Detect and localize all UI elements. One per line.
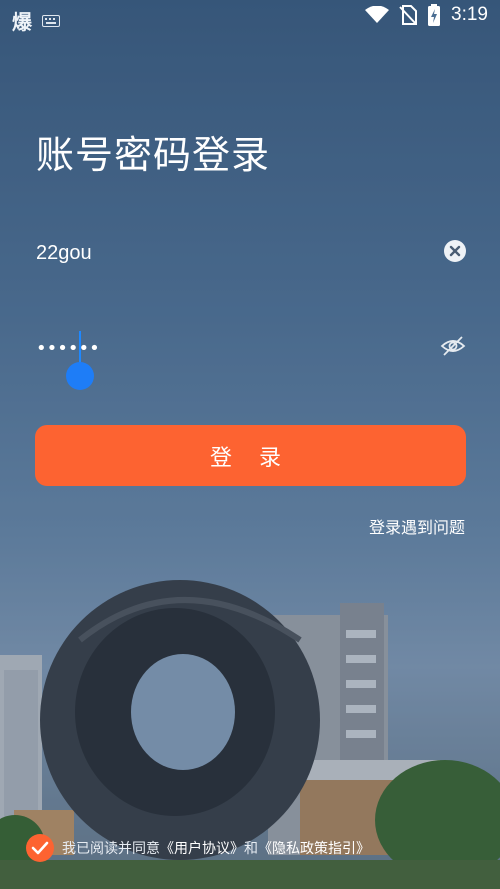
clear-input-button[interactable]	[444, 240, 466, 262]
password-value[interactable]: ••••••	[36, 338, 100, 359]
username-field[interactable]: 22gou	[36, 236, 466, 276]
status-bar: 爆 3:19	[0, 0, 500, 36]
wifi-icon	[365, 6, 390, 23]
page-title: 账号密码登录	[36, 133, 271, 177]
no-sim-icon	[399, 5, 418, 25]
app-notification-icon: 爆	[12, 10, 32, 34]
cursor-handle[interactable]	[66, 362, 94, 390]
username-value[interactable]: 22gou	[36, 242, 92, 265]
agreement-row: 我已阅读并同意《用户协议》和《隐私政策指引》	[26, 834, 370, 862]
login-help-link[interactable]: 登录遇到问题	[369, 514, 465, 538]
keyboard-icon	[42, 14, 60, 27]
eye-off-icon	[440, 336, 466, 356]
checkmark-icon	[31, 841, 49, 855]
agreement-conjunction: 和	[244, 841, 258, 857]
password-field[interactable]: ••••••	[36, 328, 466, 390]
agreement-checkbox[interactable]	[26, 834, 54, 862]
clock: 3:19	[451, 4, 488, 25]
user-agreement-link[interactable]: 《用户协议》	[160, 841, 244, 857]
privacy-policy-link[interactable]: 《隐私政策指引》	[258, 841, 370, 857]
agreement-prefix: 我已阅读并同意	[62, 841, 160, 857]
close-icon	[449, 245, 461, 257]
toggle-password-visibility-button[interactable]	[440, 334, 466, 358]
agreement-text: 我已阅读并同意《用户协议》和《隐私政策指引》	[62, 838, 370, 858]
battery-charging-icon	[428, 4, 441, 26]
login-button[interactable]: 登 录	[35, 425, 466, 486]
